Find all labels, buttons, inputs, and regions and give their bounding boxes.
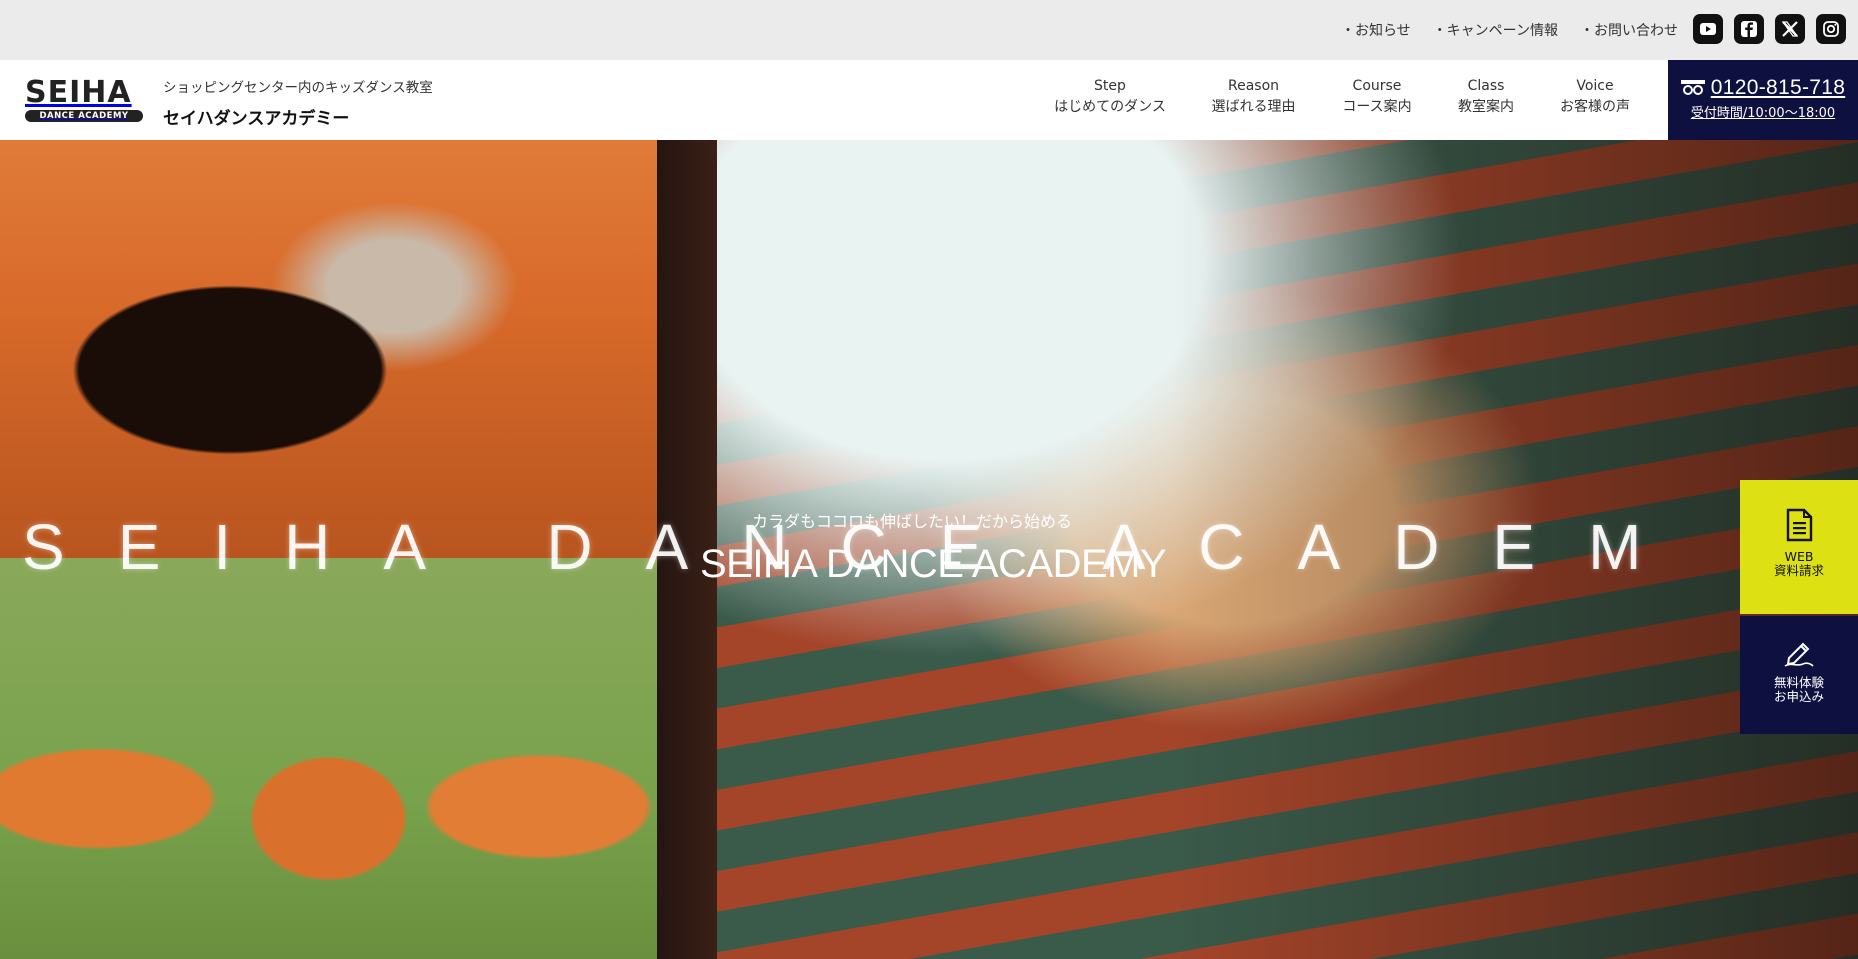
nav-item-step[interactable]: Step はじめてのダンス [1040, 76, 1180, 118]
nav-item-class[interactable]: Class 教室案内 [1427, 76, 1545, 118]
free-trial-label-1: 無料体験 [1773, 675, 1824, 690]
main-nav: Step はじめてのダンス Reason 選ばれる理由 Course コース案内… [1040, 76, 1645, 118]
hero-title: SEIHA DANCE ACADEMY [700, 542, 1167, 586]
web-request-button[interactable]: WEB 資料請求 [1740, 480, 1858, 614]
pen-writing-icon [1784, 642, 1814, 667]
social-links [1693, 14, 1846, 44]
hero: SEIHA DANCE ACADEM カラダもココロも伸ばしたい！だから始める … [0, 140, 1858, 959]
web-request-label-2: 資料請求 [1773, 563, 1824, 578]
nav-label-en: Class [1467, 78, 1505, 94]
facebook-icon[interactable] [1734, 14, 1764, 44]
nav-label-ja: お客様の声 [1560, 99, 1630, 115]
youtube-icon[interactable] [1693, 14, 1723, 44]
campaign-link[interactable]: ・キャンペーン情報 [1433, 20, 1558, 40]
nav-label-ja: コース案内 [1342, 99, 1412, 115]
instagram-icon[interactable] [1816, 14, 1846, 44]
web-request-label-1: WEB [1784, 549, 1814, 564]
free-dial-icon [1680, 80, 1705, 95]
phone-hours: 受付時間/10:00～18:00 [1690, 106, 1836, 121]
free-trial-label-2: お申込み [1773, 689, 1824, 704]
document-icon [1786, 508, 1813, 542]
nav-label-ja: 選ばれる理由 [1211, 99, 1296, 115]
hero-subtitle: カラダもココロも伸ばしたい！だから始める [752, 512, 1073, 531]
logo-wordmark: SEIHA [25, 75, 132, 110]
news-link[interactable]: ・お知らせ [1341, 20, 1411, 40]
site-tagline: ショッピングセンター内のキッズダンス教室 [163, 80, 433, 96]
nav-item-course[interactable]: Course コース案内 [1327, 76, 1427, 118]
site-header: SEIHA DANCE ACADEMY ショッピングセンター内のキッズダンス教室… [0, 60, 1858, 140]
free-trial-button[interactable]: 無料体験 お申込み [1740, 616, 1858, 734]
nav-item-voice[interactable]: Voice お客様の声 [1545, 76, 1645, 118]
phone-row: 0120-815-718 [1668, 76, 1858, 100]
logo-subtitle: DANCE ACADEMY [25, 110, 143, 122]
utility-bar: ・お知らせ ・キャンペーン情報 ・お問い合わせ [0, 0, 1858, 60]
nav-label-ja: 教室案内 [1458, 99, 1514, 115]
nav-label-en: Step [1094, 78, 1126, 94]
phone-number: 0120-815-718 [1710, 76, 1846, 99]
nav-label-ja: はじめてのダンス [1054, 99, 1166, 115]
phone-contact[interactable]: 0120-815-718 受付時間/10:00～18:00 [1668, 60, 1858, 140]
nav-label-en: Reason [1227, 78, 1280, 94]
nav-label-en: Voice [1576, 78, 1614, 94]
nav-label-en: Course [1352, 78, 1402, 94]
utility-links: ・お知らせ ・キャンペーン情報 ・お問い合わせ [1341, 20, 1678, 40]
brand-name-ja: セイハダンスアカデミー [163, 109, 350, 129]
nav-item-reason[interactable]: Reason 選ばれる理由 [1180, 76, 1327, 118]
hero-photo-stage [0, 140, 657, 558]
site-logo[interactable]: SEIHA DANCE ACADEMY [25, 78, 143, 122]
x-icon[interactable] [1775, 14, 1805, 44]
contact-link[interactable]: ・お問い合わせ [1580, 20, 1678, 40]
hero-photo-kids [0, 558, 657, 959]
